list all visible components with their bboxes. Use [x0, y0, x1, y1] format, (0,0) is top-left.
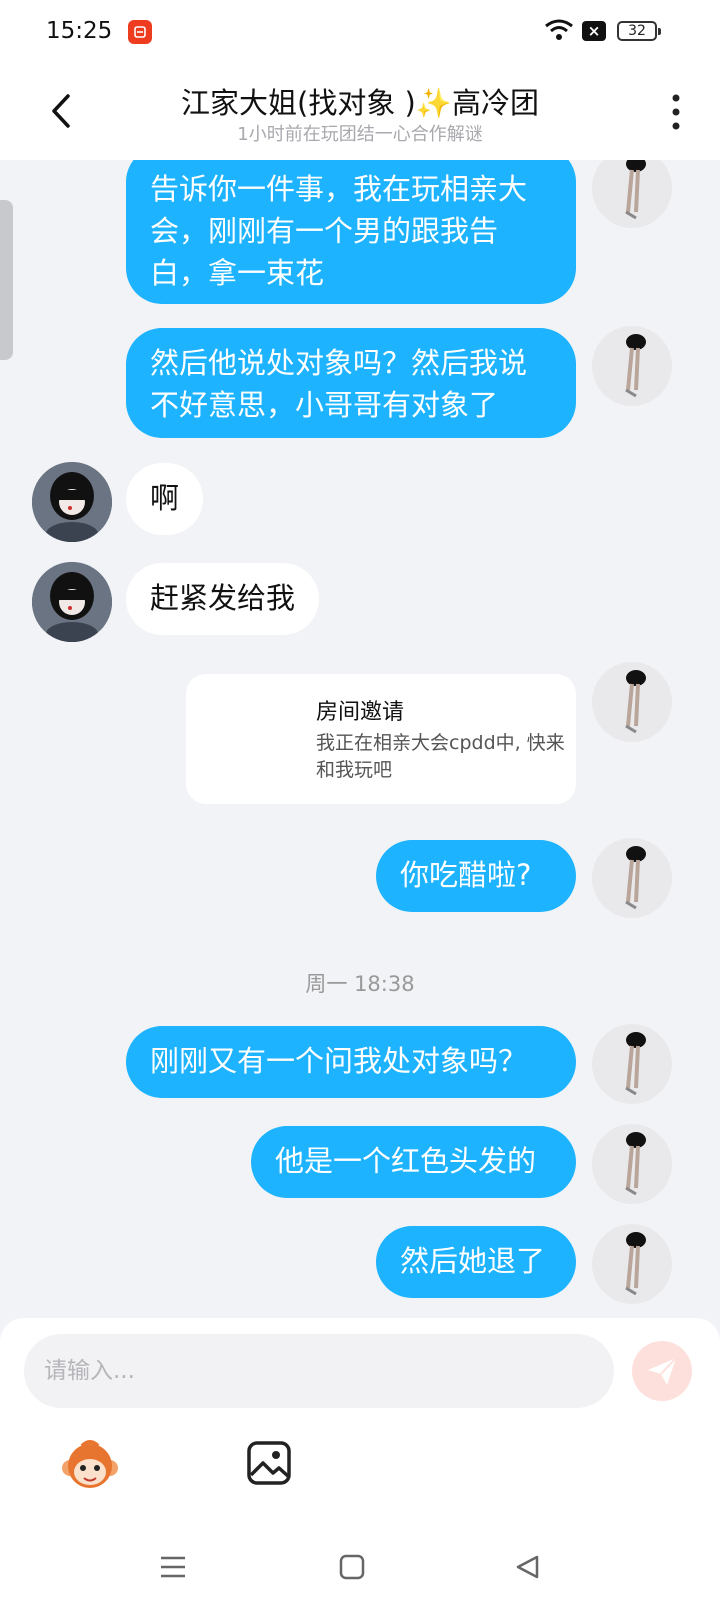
battery-level: 32: [628, 23, 646, 39]
square-home-icon[interactable]: [339, 1554, 365, 1580]
self-avatar[interactable]: [592, 662, 672, 742]
battery-icon: 32: [617, 21, 661, 41]
self-avatar[interactable]: [592, 326, 672, 406]
invite-title: 房间邀请: [316, 700, 405, 725]
outgoing-message[interactable]: 然后他说处对象吗？然后我说 不好意思，小哥哥有对象了: [126, 328, 576, 438]
self-avatar[interactable]: [592, 838, 672, 918]
outgoing-message[interactable]: 他是一个红色头发的: [251, 1126, 576, 1198]
outgoing-message[interactable]: 刚刚又有一个问我处对象吗？: [126, 1026, 576, 1098]
contact-avatar[interactable]: [32, 562, 112, 642]
app-notification-icon: [128, 20, 152, 44]
status-bar: 15:25 × 32: [0, 0, 720, 62]
room-invite-card[interactable]: 房间邀请 我正在相亲大会cpdd中, 快来和我玩吧: [186, 674, 576, 804]
incoming-message[interactable]: 赶紧发给我: [126, 563, 320, 635]
self-avatar[interactable]: [592, 1224, 672, 1304]
message-text: 刚刚又有一个问我处对象吗？: [150, 1044, 528, 1078]
outgoing-message[interactable]: 然后她退了: [376, 1226, 576, 1298]
message-text: 赶紧发给我: [150, 581, 296, 615]
message-input[interactable]: [24, 1334, 614, 1408]
message-text: 你吃醋啦?: [400, 858, 532, 892]
side-drawer-handle[interactable]: [0, 200, 13, 360]
message-text: 然后她退了: [400, 1244, 546, 1278]
time-divider: 周一 18:38: [305, 972, 415, 996]
menu-icon[interactable]: [160, 1554, 186, 1580]
message-list[interactable]: 告诉你一件事，我在玩相亲大 会，刚刚有一个男的跟我告 白，拿一束花 然后他说处对…: [0, 160, 720, 1318]
self-avatar[interactable]: [592, 1024, 672, 1104]
message-line: 白，拿一束花: [150, 256, 325, 290]
contact-avatar[interactable]: [32, 462, 112, 542]
chat-title: 江家大姐(找对象 )✨高冷团: [181, 86, 539, 120]
message-text: 啊: [150, 481, 180, 515]
image-icon[interactable]: [246, 1440, 292, 1486]
monkey-emoji-icon[interactable]: [60, 1436, 120, 1496]
self-avatar[interactable]: [592, 1124, 672, 1204]
outgoing-message[interactable]: 你吃醋啦?: [376, 840, 576, 912]
message-input-box[interactable]: [24, 1334, 614, 1408]
more-vertical-icon[interactable]: [668, 92, 684, 132]
self-avatar[interactable]: [592, 160, 672, 228]
message-line: 然后他说处对象吗？然后我说: [150, 346, 528, 380]
chat-subtitle: 1小时前在玩团结一心合作解谜: [237, 124, 483, 145]
incoming-message[interactable]: 啊: [126, 463, 204, 535]
message-text: 他是一个红色头发的: [275, 1144, 537, 1178]
status-time: 15:25: [46, 18, 113, 44]
sim-off-icon: ×: [582, 21, 606, 41]
invite-description: 我正在相亲大会cpdd中, 快来和我玩吧: [316, 732, 565, 781]
chat-header: 江家大姐(找对象 )✨高冷团 1小时前在玩团结一心合作解谜: [0, 62, 720, 160]
wifi-icon: [545, 19, 573, 40]
chevron-left-icon[interactable]: [44, 90, 80, 132]
outgoing-message[interactable]: 告诉你一件事，我在玩相亲大 会，刚刚有一个男的跟我告 白，拿一束花: [126, 160, 576, 304]
message-line: 会，刚刚有一个男的跟我告: [150, 214, 499, 248]
system-nav-bar: [0, 1540, 720, 1612]
message-line: 不好意思，小哥哥有对象了: [150, 388, 499, 422]
paper-plane-icon[interactable]: [632, 1341, 692, 1401]
message-line: 告诉你一件事，我在玩相亲大: [150, 172, 528, 206]
triangle-back-icon[interactable]: [515, 1554, 541, 1580]
